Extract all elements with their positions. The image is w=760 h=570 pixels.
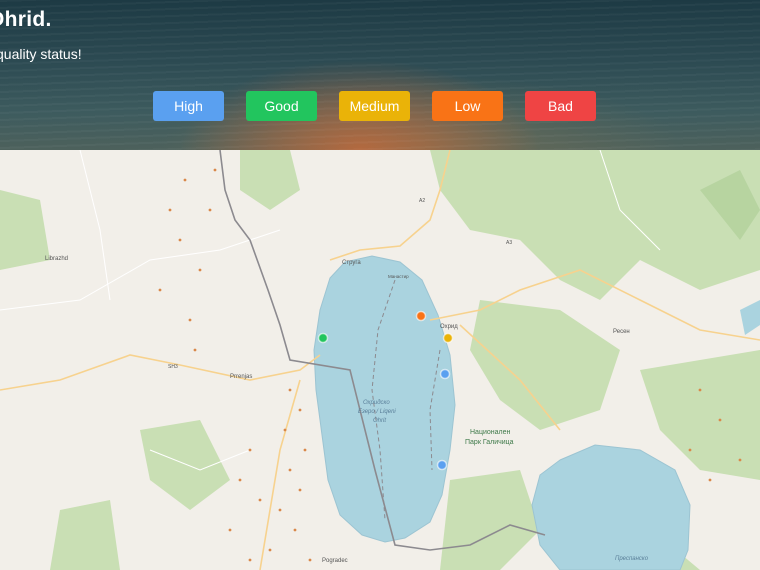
label-a2: A2 (419, 198, 425, 204)
label-a3: A3 (506, 240, 512, 246)
legend-bad-button[interactable]: Bad (525, 91, 596, 121)
label-park-1: Национален (470, 429, 510, 436)
station-east-south-marker[interactable] (436, 459, 448, 471)
label-lake: Охридско (363, 400, 390, 406)
label-sh3: SH3 (168, 364, 178, 370)
legend-high-button[interactable]: High (153, 91, 224, 121)
map-view[interactable]: Струга Охрид Манастир Охридско Езеро / L… (0, 150, 760, 570)
page-subtitle: quality status! (0, 46, 82, 62)
label-resen: Ресен (613, 329, 630, 335)
page-title: Ohrid. (0, 8, 52, 31)
header-banner: Ohrid. quality status! High Good Medium … (0, 0, 760, 150)
label-struga: Струга (342, 260, 361, 266)
label-pogradec: Pogradec (322, 558, 348, 564)
label-lake-2: Езеро / Liqeni (358, 409, 396, 415)
label-monastery: Манастир (388, 274, 409, 279)
label-park-2: Парк Галичица (465, 439, 514, 446)
station-west-marker[interactable] (317, 332, 329, 344)
label-ohrid: Охрид (440, 324, 458, 330)
label-librazhd: Librazhd (45, 256, 68, 262)
label-lake-3: Ohrit (373, 418, 386, 424)
legend-low-button[interactable]: Low (432, 91, 503, 121)
legend-medium-button[interactable]: Medium (339, 91, 410, 121)
station-ohrid-north-marker[interactable] (415, 310, 427, 322)
label-prrenjas: Prrenjas (230, 374, 252, 380)
label-prespa: Преспанско (615, 556, 649, 562)
station-east-middle-marker[interactable] (439, 368, 451, 380)
legend-good-button[interactable]: Good (246, 91, 317, 121)
station-ohrid-bay-marker[interactable] (442, 332, 454, 344)
